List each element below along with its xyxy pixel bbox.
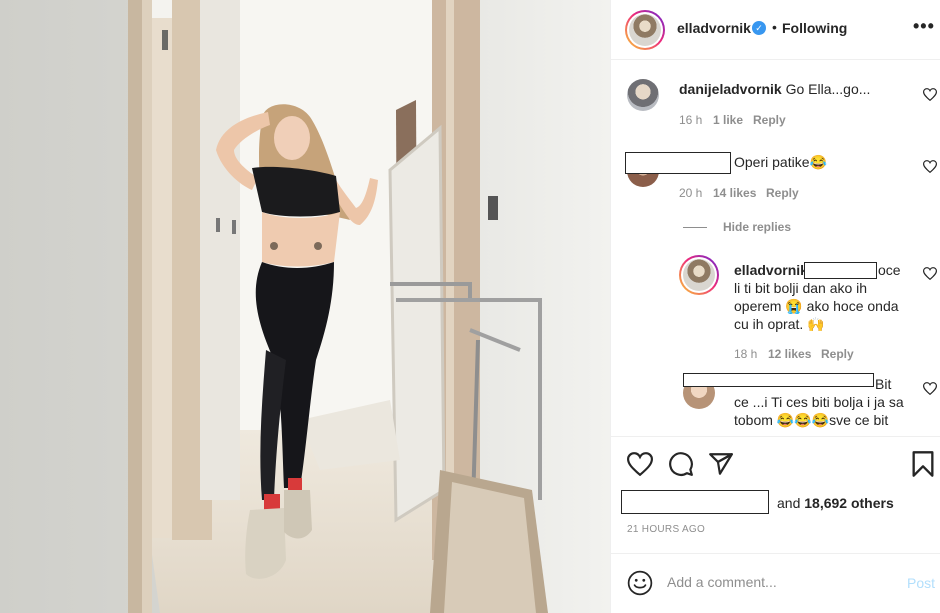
commenter-avatar[interactable] — [627, 79, 659, 111]
like-comment-heart-icon[interactable] — [923, 88, 937, 101]
reply-likes[interactable]: 12 likes — [768, 347, 811, 361]
reply-text-line-3: operem 😭 ako hoce onda — [734, 298, 899, 314]
header-separator: • — [772, 19, 777, 35]
comments-list[interactable]: danijeladvornik Go Ella...go... 16 h 1 l… — [611, 61, 940, 436]
reply-username[interactable]: elladvornik — [734, 262, 808, 278]
reply-text-line-2: ce ...i Ti ces biti bolja i ja sa — [734, 394, 904, 410]
reply-button[interactable]: Reply — [821, 347, 854, 361]
redacted-username — [625, 152, 731, 174]
author-username[interactable]: elladvornik — [677, 20, 751, 36]
bookmark-icon[interactable] — [911, 450, 935, 478]
reply-text-line-4: cu ih oprat. 🙌 — [734, 316, 825, 332]
more-icon[interactable]: ••• — [913, 16, 935, 37]
verified-icon: ✓ — [752, 21, 766, 35]
likes-count[interactable]: 18,692 others — [804, 495, 894, 511]
post-comment-button[interactable]: Post — [907, 575, 935, 591]
comment-likes[interactable]: 1 like — [713, 113, 743, 127]
comment-text: Go Ella...go... — [785, 81, 871, 97]
reply-button[interactable]: Reply — [766, 186, 799, 200]
add-comment-input[interactable] — [667, 574, 887, 590]
post-photo[interactable] — [0, 0, 610, 613]
reply-time[interactable]: 18 h — [734, 347, 757, 361]
hide-replies-button[interactable]: Hide replies — [723, 220, 791, 234]
comment-time[interactable]: 16 h — [679, 113, 702, 127]
comment-username[interactable]: danijeladvornik — [679, 81, 782, 97]
likes-conjunction: and — [777, 495, 801, 511]
reply-text-line-2: li ti bit bolji dan ako ih — [734, 280, 868, 296]
post-timestamp[interactable]: 21 HOURS AGO — [627, 524, 705, 535]
like-comment-heart-icon[interactable] — [923, 160, 937, 173]
post-header: elladvornik ✓ • Following ••• — [611, 0, 940, 60]
like-reply-heart-icon[interactable] — [923, 267, 937, 280]
reply-author-avatar[interactable] — [679, 255, 719, 295]
author-avatar[interactable] — [625, 10, 665, 50]
following-button[interactable]: Following — [782, 20, 847, 36]
like-reply-heart-icon[interactable] — [923, 382, 937, 395]
reply-text-line-1-suffix: oce — [878, 262, 901, 278]
emoji-icon[interactable] — [627, 570, 653, 596]
post-side-panel: elladvornik ✓ • Following ••• danijeladv… — [610, 0, 940, 613]
hide-replies-line — [683, 227, 707, 228]
heart-icon[interactable] — [627, 452, 653, 476]
comment-likes[interactable]: 14 likes — [713, 186, 756, 200]
reply-button[interactable]: Reply — [753, 113, 786, 127]
redacted-liker — [621, 490, 769, 514]
redacted-mention — [804, 262, 877, 279]
comment-icon[interactable] — [668, 451, 694, 477]
redacted-username — [683, 373, 874, 387]
reply-text-line-1-suffix: Bit — [875, 376, 892, 392]
post-photo-image — [0, 0, 610, 613]
add-comment-bar: Post — [611, 553, 940, 613]
likes-summary[interactable]: and 18,692 others — [777, 495, 894, 511]
reply-text-line-3: tobom 😂😂😂sve ce bit — [734, 412, 889, 428]
comment-time[interactable]: 20 h — [679, 186, 702, 200]
comment-text: Operi patike😂 — [734, 154, 827, 170]
share-icon[interactable] — [708, 451, 734, 477]
